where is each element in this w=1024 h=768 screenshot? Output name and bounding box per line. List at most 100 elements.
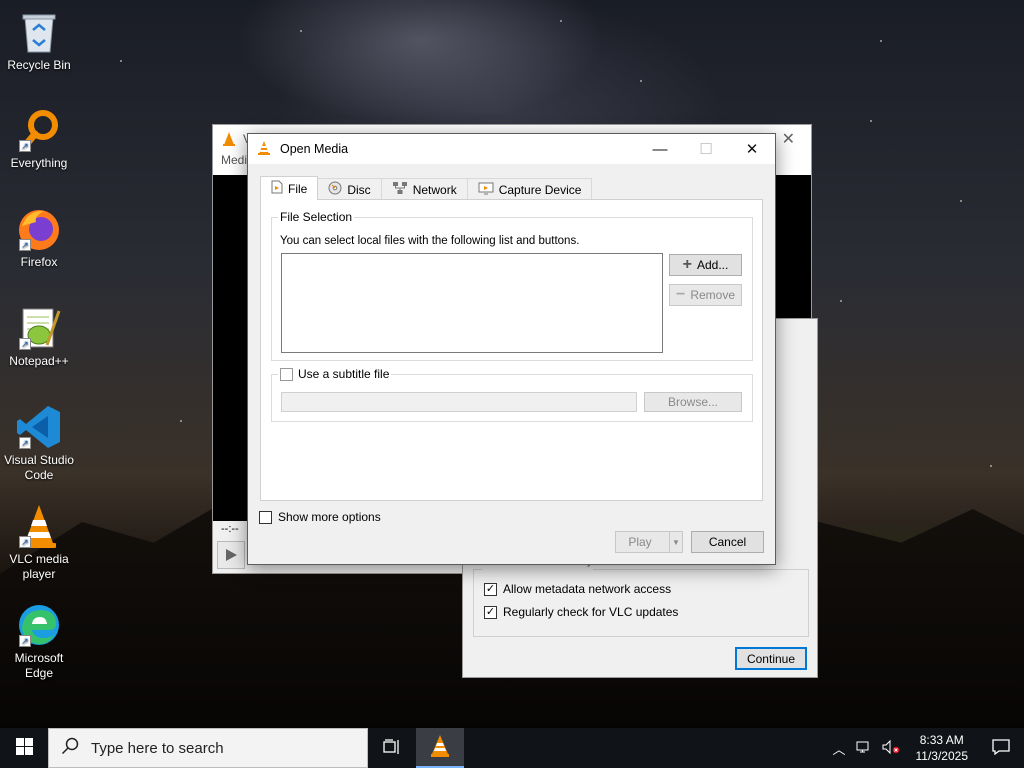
clock-date: 11/3/2025 [915,749,969,763]
file-selection-description: You can select local files with the foll… [280,235,580,247]
taskbar-search-box[interactable]: Type here to search [48,728,368,768]
tab-disc[interactable]: Disc [317,178,382,200]
notepad-plus-plus-icon: ↗ [15,304,63,352]
minimize-button[interactable]: — [637,134,683,164]
desktop-icon-edge[interactable]: ↗ Microsoft Edge [0,601,78,681]
tab-capture-device[interactable]: Capture Device [466,178,593,200]
chevron-down-icon[interactable]: ▼ [669,532,682,552]
use-subtitle-checkbox[interactable] [280,367,293,381]
elapsed-time: --:-- [221,523,239,535]
task-view-button[interactable] [368,728,416,768]
file-list[interactable] [281,253,663,353]
continue-button[interactable]: Continue [735,647,807,670]
check-updates-row[interactable]: ✓ Regularly check for VLC updates [484,605,678,619]
start-button[interactable] [0,728,48,768]
vlc-cone-icon [256,140,272,159]
system-tray: ︿ 8:33 AM 11/3/2025 [826,728,1024,768]
shortcut-arrow-icon: ↗ [19,338,31,350]
search-icon [61,737,79,759]
vlc-icon [429,734,451,761]
network-status-icon[interactable] [852,739,876,758]
tab-label: File [288,181,308,196]
vlc-icon: ↗ [15,502,63,550]
taskbar-vlc-button[interactable] [416,728,464,768]
shortcut-arrow-icon: ↗ [19,140,31,152]
notification-center-button[interactable] [978,728,1024,768]
desktop-icon-everything[interactable]: ↗ Everything [0,106,78,171]
taskbar-clock[interactable]: 8:33 AM 11/3/2025 [906,732,979,764]
vlc-cone-icon [221,131,237,150]
show-more-options-row[interactable]: Show more options [259,510,381,524]
desktop-icon-label: Visual Studio Code [4,453,74,482]
taskbar: Type here to search ︿ 8:33 AM 11/3/2025 [0,728,1024,768]
subtitle-group: Use a subtitle file Browse... [271,367,753,422]
cancel-button[interactable]: Cancel [691,531,764,553]
menu-media[interactable]: Medi [221,153,247,167]
open-media-dialog: Open Media — ☐ ✕ File Disc Network Captu… [247,133,776,565]
close-button[interactable]: ✕ [729,134,775,164]
firefox-icon: ↗ [15,205,63,253]
search-placeholder: Type here to search [91,739,224,757]
maximize-button[interactable]: ☐ [683,134,729,164]
shortcut-arrow-icon: ↗ [19,437,31,449]
desktop-icon-vscode[interactable]: ↗ Visual Studio Code [0,403,78,483]
add-button[interactable]: + Add... [669,254,742,276]
desktop-icon-label: Microsoft Edge [14,651,64,680]
file-selection-group: File Selection You can select local file… [271,210,753,361]
tab-label: Capture Device [498,182,582,197]
check-updates-checkbox[interactable]: ✓ [484,605,497,619]
minus-icon: − [675,286,686,303]
desktop-icon-notepad-plus-plus[interactable]: ↗ Notepad++ [0,304,78,369]
file-icon [271,180,283,197]
capture-device-icon [478,181,494,198]
allow-metadata-row[interactable]: ✓ Allow metadata network access [484,582,671,596]
tab-label: Network [412,182,457,197]
recycle-bin-icon [15,8,63,56]
play-button[interactable]: Play ▼ [615,531,683,553]
file-selection-legend: File Selection [278,210,355,224]
desktop-icon-label: Recycle Bin [7,58,71,72]
shortcut-arrow-icon: ↗ [19,635,31,647]
network-icon [392,181,408,198]
dialog-title: Open Media [280,142,349,156]
chevron-up-icon[interactable]: ︿ [826,739,851,758]
subtitle-file-input[interactable] [281,392,637,412]
media-tabs: File Disc Network Capture Device [260,176,593,200]
show-more-options-label: Show more options [278,510,381,524]
allow-metadata-checkbox[interactable]: ✓ [484,582,497,596]
desktop-icon-vlc[interactable]: ↗ VLC media player [0,502,78,582]
edge-icon: ↗ [15,601,63,649]
vlc-main-close-icon[interactable]: ✕ [782,129,795,149]
browse-button[interactable]: Browse... [644,392,742,412]
desktop-icon-label: VLC media player [9,552,69,581]
use-subtitle-row[interactable]: Use a subtitle file [278,367,392,381]
play-icon[interactable] [217,541,245,569]
show-more-options-checkbox[interactable] [259,510,272,524]
tab-label: Disc [347,182,371,197]
tab-file[interactable]: File [260,176,319,200]
clock-time: 8:33 AM [919,733,964,747]
plus-icon: + [682,256,692,273]
desktop-icon-recycle-bin[interactable]: Recycle Bin [0,8,78,73]
task-view-icon [383,738,401,758]
windows-logo-icon [15,738,33,758]
vscode-icon: ↗ [15,403,63,451]
check-updates-label: Regularly check for VLC updates [503,605,679,619]
tab-network[interactable]: Network [380,178,468,200]
play-button-label: Play [628,535,652,549]
shortcut-arrow-icon: ↗ [19,536,31,548]
desktop-icon-label: Firefox [20,255,58,269]
volume-muted-icon[interactable] [876,739,906,758]
use-subtitle-label: Use a subtitle file [298,367,390,381]
desktop-icon-label: Everything [10,156,68,170]
desktop-icon-firefox[interactable]: ↗ Firefox [0,205,78,270]
add-button-label: Add... [696,258,729,272]
everything-search-icon: ↗ [15,106,63,154]
allow-metadata-label: Allow metadata network access [503,582,672,596]
network-access-policy-group: Network Access Policy ✓ Allow metadata n… [473,559,809,637]
notification-icon [992,738,1010,758]
open-media-titlebar: Open Media — ☐ ✕ [248,134,775,164]
remove-button-label: Remove [690,288,736,302]
shortcut-arrow-icon: ↗ [19,239,31,251]
remove-button[interactable]: − Remove [669,284,742,306]
